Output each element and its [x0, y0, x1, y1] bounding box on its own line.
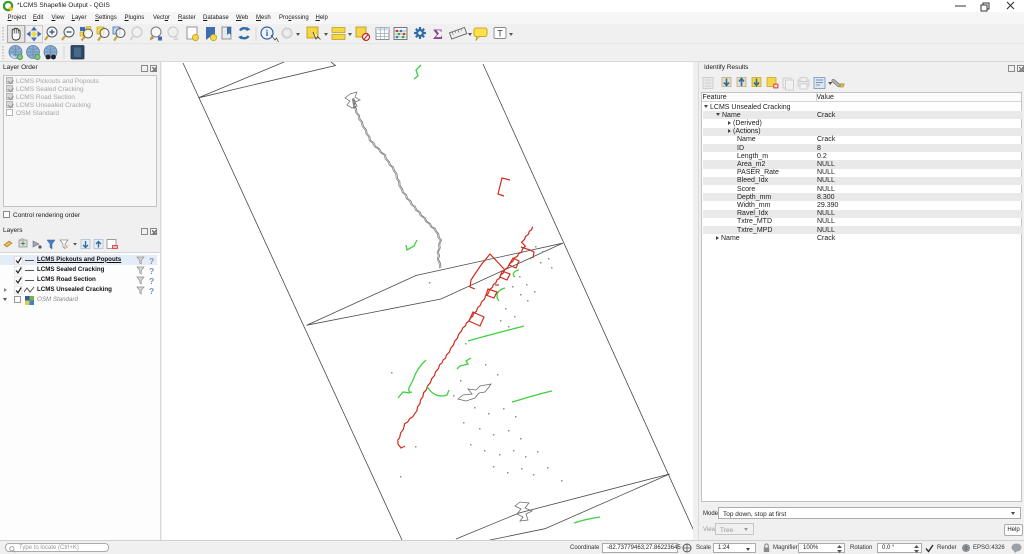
svg-text:?: ?	[149, 266, 154, 275]
svg-text:?: ?	[149, 286, 154, 295]
svg-text:ε: ε	[66, 244, 69, 250]
svg-text:?: ?	[149, 256, 154, 265]
svg-text:?: ?	[149, 276, 154, 285]
svg-text:Σ: Σ	[433, 27, 443, 43]
svg-text:T: T	[497, 29, 503, 39]
